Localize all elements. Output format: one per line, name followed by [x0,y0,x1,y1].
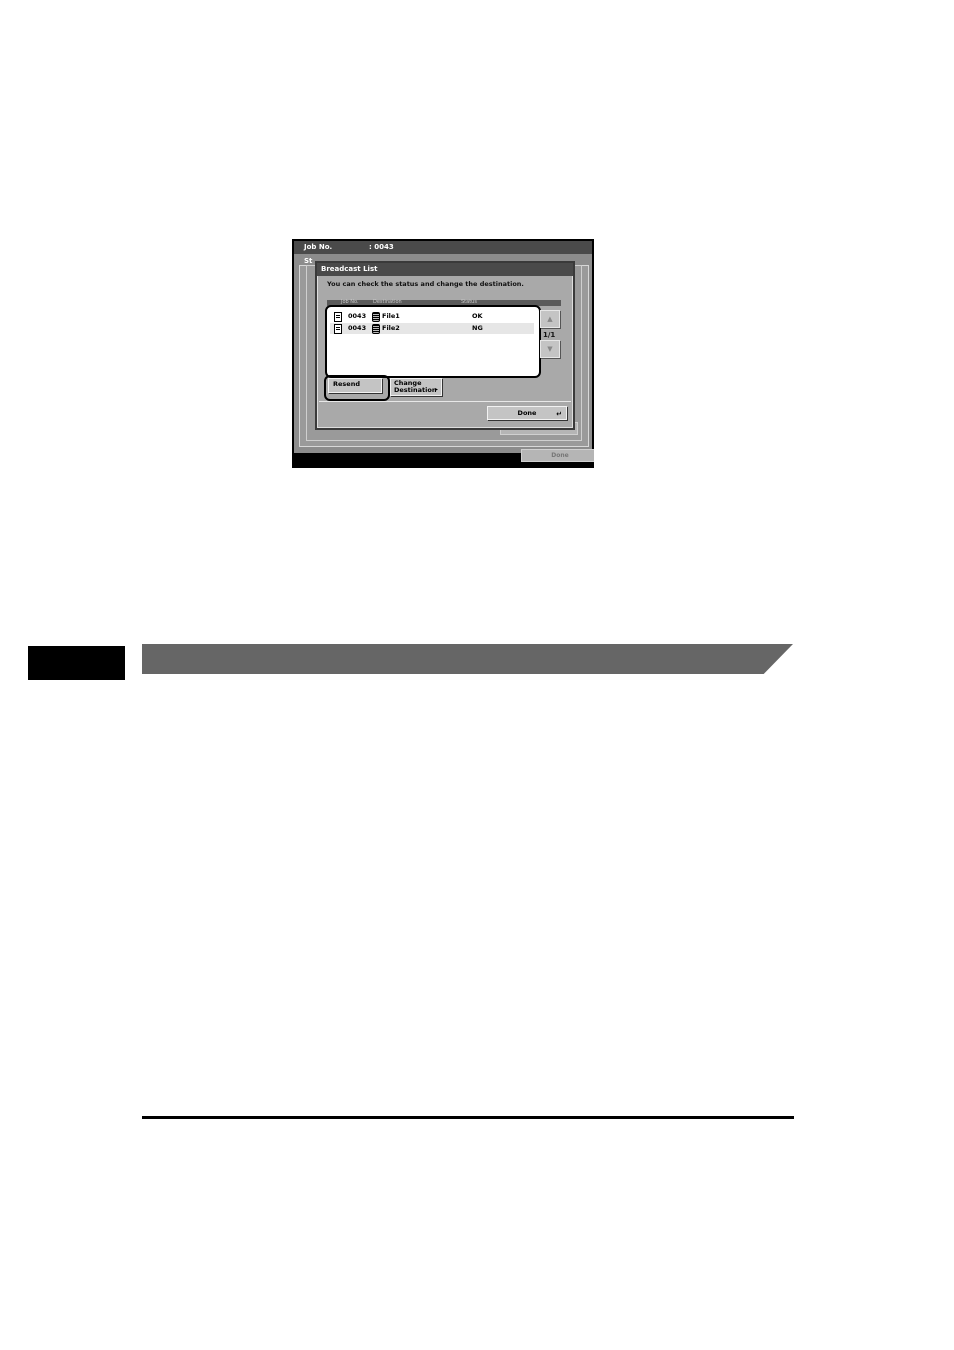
resend-button[interactable]: Resend [328,378,382,393]
row-status: OK [472,312,483,320]
row-status: NG [472,324,483,332]
triangle-up-icon: ▲ [547,315,553,323]
screen-content: Job No. : 0043 St Done Done Breadcast Li… [294,241,594,462]
destination-label: Destination [394,386,437,394]
row-destination: File1 [382,312,400,320]
list-item[interactable]: 0043 File2 NG [330,323,534,334]
job-number-value: : 0043 [369,243,394,251]
row-destination: File2 [382,324,400,332]
enter-icon: ↵ [556,410,562,418]
section-end-rule [142,1116,794,1119]
row-job-number: 0043 [348,312,367,320]
chevron-right-icon: ▸ [434,386,438,393]
job-header: Job No. : 0043 [294,241,592,254]
file-server-icon [372,312,380,322]
page-indicator: 1/1 [543,331,556,339]
dialog-message: You can check the status and change the … [327,280,524,288]
background-done-button-outer[interactable]: Done [521,449,594,462]
broadcast-list: 0043 File1 OK 0043 File2 NG [325,305,541,378]
change-destination-button[interactable]: Change Destination ▸ [390,378,442,396]
device-screen: Job No. : 0043 St Done Done Breadcast Li… [292,239,594,468]
done-label: Done [517,409,537,417]
section-header-band [142,644,793,674]
row-job-number: 0043 [348,324,367,332]
status-label-cut: St [304,257,313,265]
document-icon [334,324,342,334]
done-button[interactable]: Done ↵ [487,406,567,420]
breadcast-list-dialog: Breadcast List You can check the status … [315,261,575,430]
scroll-down-button[interactable]: ▼ [540,340,560,358]
triangle-down-icon: ▼ [547,345,553,353]
file-server-icon [372,324,380,334]
chapter-tab [28,646,125,680]
list-item[interactable]: 0043 File1 OK [330,311,534,322]
divider [319,401,571,402]
dialog-title: Breadcast List [317,263,573,276]
document-icon [334,312,342,322]
scroll-up-button[interactable]: ▲ [540,310,560,328]
job-number-label: Job No. [304,243,333,251]
